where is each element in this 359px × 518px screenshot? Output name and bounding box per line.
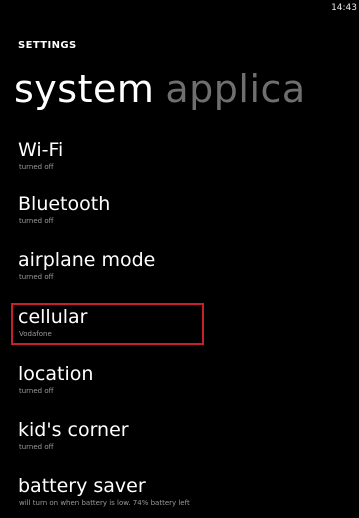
pivot-tab-applications[interactable]: applica	[165, 67, 305, 111]
setting-title: airplane mode	[18, 249, 156, 271]
app-title: SETTINGS	[18, 40, 77, 51]
setting-item-airplane-mode[interactable]: airplane mode turned off	[16, 248, 346, 292]
setting-item-location[interactable]: location turned off	[16, 362, 346, 406]
pivot-tab-system[interactable]: system	[14, 67, 154, 111]
setting-title: kid's corner	[18, 419, 129, 441]
setting-status: turned off	[19, 217, 54, 225]
status-bar: 14:43	[0, 0, 359, 22]
setting-title: battery saver	[18, 475, 146, 497]
setting-status: turned off	[19, 387, 54, 395]
setting-item-wifi[interactable]: Wi-Fi turned off	[16, 138, 346, 182]
setting-title: Wi-Fi	[18, 139, 64, 161]
setting-status: turned off	[19, 273, 54, 281]
setting-title: location	[18, 363, 94, 385]
setting-item-bluetooth[interactable]: Bluetooth turned off	[16, 192, 346, 236]
setting-item-kids-corner[interactable]: kid's corner turned off	[16, 418, 346, 462]
setting-item-cellular[interactable]: cellular Vodafone	[16, 305, 346, 349]
setting-item-battery-saver[interactable]: battery saver will turn on when battery …	[16, 474, 346, 518]
setting-status: Vodafone	[19, 330, 52, 338]
pivot-header: system applica	[14, 66, 306, 112]
status-time: 14:43	[331, 3, 357, 13]
setting-status: turned off	[19, 443, 54, 451]
setting-status: turned off	[19, 163, 54, 171]
setting-title: Bluetooth	[18, 193, 111, 215]
setting-title: cellular	[18, 306, 88, 328]
setting-status: will turn on when battery is low. 74% ba…	[19, 499, 190, 507]
